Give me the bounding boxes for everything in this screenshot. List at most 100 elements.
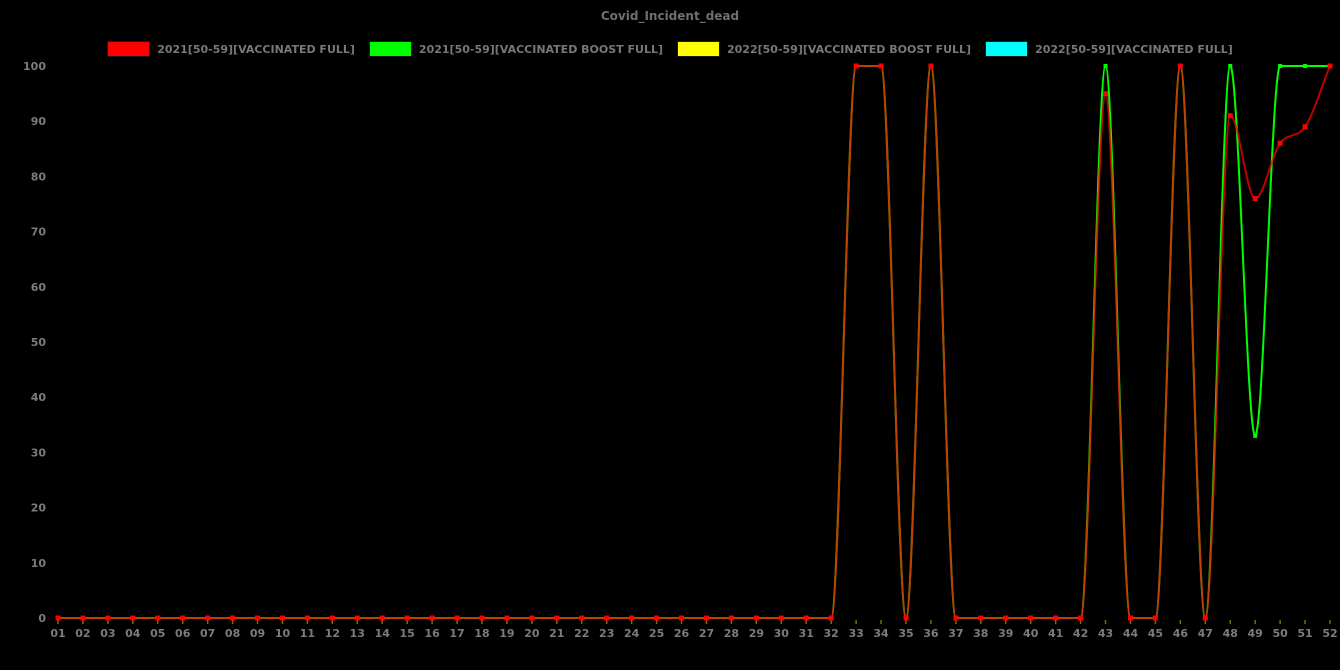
data-point-marker-red[interactable] bbox=[230, 616, 235, 621]
data-point-marker-red[interactable] bbox=[629, 616, 634, 621]
data-point-marker-red[interactable] bbox=[579, 616, 584, 621]
data-point-marker-red[interactable] bbox=[754, 616, 759, 621]
data-point-marker-red[interactable] bbox=[1253, 196, 1258, 201]
data-point-marker-red[interactable] bbox=[1328, 64, 1333, 69]
data-point-marker-red[interactable] bbox=[205, 616, 210, 621]
series-line-2021-vaccinated-full[interactable] bbox=[58, 66, 1330, 618]
x-axis-label: 50 bbox=[1272, 627, 1288, 640]
data-point-marker-red[interactable] bbox=[604, 616, 609, 621]
data-point-marker-red[interactable] bbox=[80, 616, 85, 621]
x-axis-label: 32 bbox=[824, 627, 839, 640]
x-axis-label: 14 bbox=[375, 627, 391, 640]
y-axis-label: 40 bbox=[31, 391, 47, 404]
data-point-marker-red[interactable] bbox=[480, 616, 485, 621]
data-point-marker-red[interactable] bbox=[305, 616, 310, 621]
x-axis-label: 23 bbox=[599, 627, 614, 640]
x-axis-label: 45 bbox=[1148, 627, 1163, 640]
data-point-marker-red[interactable] bbox=[1053, 616, 1058, 621]
data-point-marker-red[interactable] bbox=[1228, 113, 1233, 118]
data-point-marker-red[interactable] bbox=[829, 616, 834, 621]
data-point-marker-red[interactable] bbox=[704, 616, 709, 621]
x-axis-label: 52 bbox=[1322, 627, 1337, 640]
x-axis-label: 25 bbox=[649, 627, 664, 640]
x-axis-label: 20 bbox=[524, 627, 540, 640]
data-point-marker-red[interactable] bbox=[679, 616, 684, 621]
series-line-2021-vaccinated-boost-full[interactable] bbox=[58, 66, 1330, 618]
data-point-marker-red[interactable] bbox=[255, 616, 260, 621]
data-point-marker-red[interactable] bbox=[529, 616, 534, 621]
data-point-marker-red[interactable] bbox=[56, 616, 61, 621]
x-axis-label: 27 bbox=[699, 627, 714, 640]
data-point-marker-red[interactable] bbox=[105, 616, 110, 621]
x-axis-label: 49 bbox=[1248, 627, 1263, 640]
y-axis-label: 30 bbox=[31, 446, 47, 459]
x-axis-label: 19 bbox=[499, 627, 514, 640]
x-axis-label: 09 bbox=[250, 627, 265, 640]
data-point-marker-red[interactable] bbox=[1153, 616, 1158, 621]
data-point-marker-red[interactable] bbox=[1028, 616, 1033, 621]
data-point-marker-green[interactable] bbox=[1104, 64, 1108, 68]
data-point-marker-red[interactable] bbox=[554, 616, 559, 621]
data-point-marker-red[interactable] bbox=[430, 616, 435, 621]
data-point-marker-red[interactable] bbox=[130, 616, 135, 621]
y-axis-label: 20 bbox=[31, 502, 47, 515]
x-axis-label: 18 bbox=[474, 627, 489, 640]
x-axis-label: 13 bbox=[350, 627, 365, 640]
data-point-marker-green[interactable] bbox=[1303, 64, 1307, 68]
x-axis-label: 05 bbox=[150, 627, 165, 640]
x-axis-label: 36 bbox=[923, 627, 939, 640]
y-axis-label: 50 bbox=[31, 336, 47, 349]
x-axis-label: 03 bbox=[100, 627, 115, 640]
data-point-marker-red[interactable] bbox=[1003, 616, 1008, 621]
x-axis-label: 28 bbox=[724, 627, 739, 640]
data-point-marker-red[interactable] bbox=[155, 616, 160, 621]
data-point-marker-red[interactable] bbox=[455, 616, 460, 621]
data-point-marker-red[interactable] bbox=[1303, 124, 1308, 129]
data-point-marker-red[interactable] bbox=[879, 64, 884, 69]
data-point-marker-red[interactable] bbox=[978, 616, 983, 621]
data-point-marker-red[interactable] bbox=[1103, 91, 1108, 96]
x-axis-label: 38 bbox=[973, 627, 988, 640]
data-point-marker-red[interactable] bbox=[804, 616, 809, 621]
data-point-marker-green[interactable] bbox=[1253, 434, 1257, 438]
x-axis-label: 01 bbox=[50, 627, 65, 640]
data-point-marker-red[interactable] bbox=[180, 616, 185, 621]
x-axis-label: 15 bbox=[400, 627, 415, 640]
y-axis-label: 60 bbox=[31, 281, 47, 294]
data-point-marker-red[interactable] bbox=[1178, 64, 1183, 69]
x-axis-label: 16 bbox=[424, 627, 440, 640]
data-point-marker-green[interactable] bbox=[1228, 64, 1232, 68]
x-axis-label: 17 bbox=[449, 627, 464, 640]
data-point-marker-red[interactable] bbox=[654, 616, 659, 621]
data-point-marker-red[interactable] bbox=[1278, 141, 1283, 146]
data-point-marker-red[interactable] bbox=[405, 616, 410, 621]
data-point-marker-red[interactable] bbox=[380, 616, 385, 621]
data-point-marker-red[interactable] bbox=[1078, 616, 1083, 621]
x-axis-label: 24 bbox=[624, 627, 640, 640]
data-point-marker-red[interactable] bbox=[729, 616, 734, 621]
x-axis-label: 35 bbox=[898, 627, 913, 640]
data-point-marker-red[interactable] bbox=[504, 616, 509, 621]
x-axis-label: 40 bbox=[1023, 627, 1039, 640]
data-point-marker-red[interactable] bbox=[330, 616, 335, 621]
data-point-marker-red[interactable] bbox=[280, 616, 285, 621]
data-point-marker-red[interactable] bbox=[1203, 616, 1208, 621]
data-point-marker-red[interactable] bbox=[904, 616, 909, 621]
data-point-marker-red[interactable] bbox=[854, 64, 859, 69]
x-axis-label: 07 bbox=[200, 627, 215, 640]
x-axis-label: 46 bbox=[1173, 627, 1189, 640]
data-point-marker-red[interactable] bbox=[779, 616, 784, 621]
x-axis-label: 39 bbox=[998, 627, 1013, 640]
data-point-marker-green[interactable] bbox=[1278, 64, 1282, 68]
x-axis-label: 26 bbox=[674, 627, 690, 640]
data-point-marker-red[interactable] bbox=[1128, 616, 1133, 621]
x-axis-label: 30 bbox=[774, 627, 790, 640]
data-point-marker-red[interactable] bbox=[953, 616, 958, 621]
x-axis-label: 34 bbox=[873, 627, 889, 640]
x-axis-label: 51 bbox=[1297, 627, 1312, 640]
data-point-marker-red[interactable] bbox=[355, 616, 360, 621]
x-axis-label: 43 bbox=[1098, 627, 1113, 640]
y-axis-label: 80 bbox=[31, 170, 47, 183]
data-point-marker-red[interactable] bbox=[928, 64, 933, 69]
x-axis-label: 02 bbox=[75, 627, 90, 640]
